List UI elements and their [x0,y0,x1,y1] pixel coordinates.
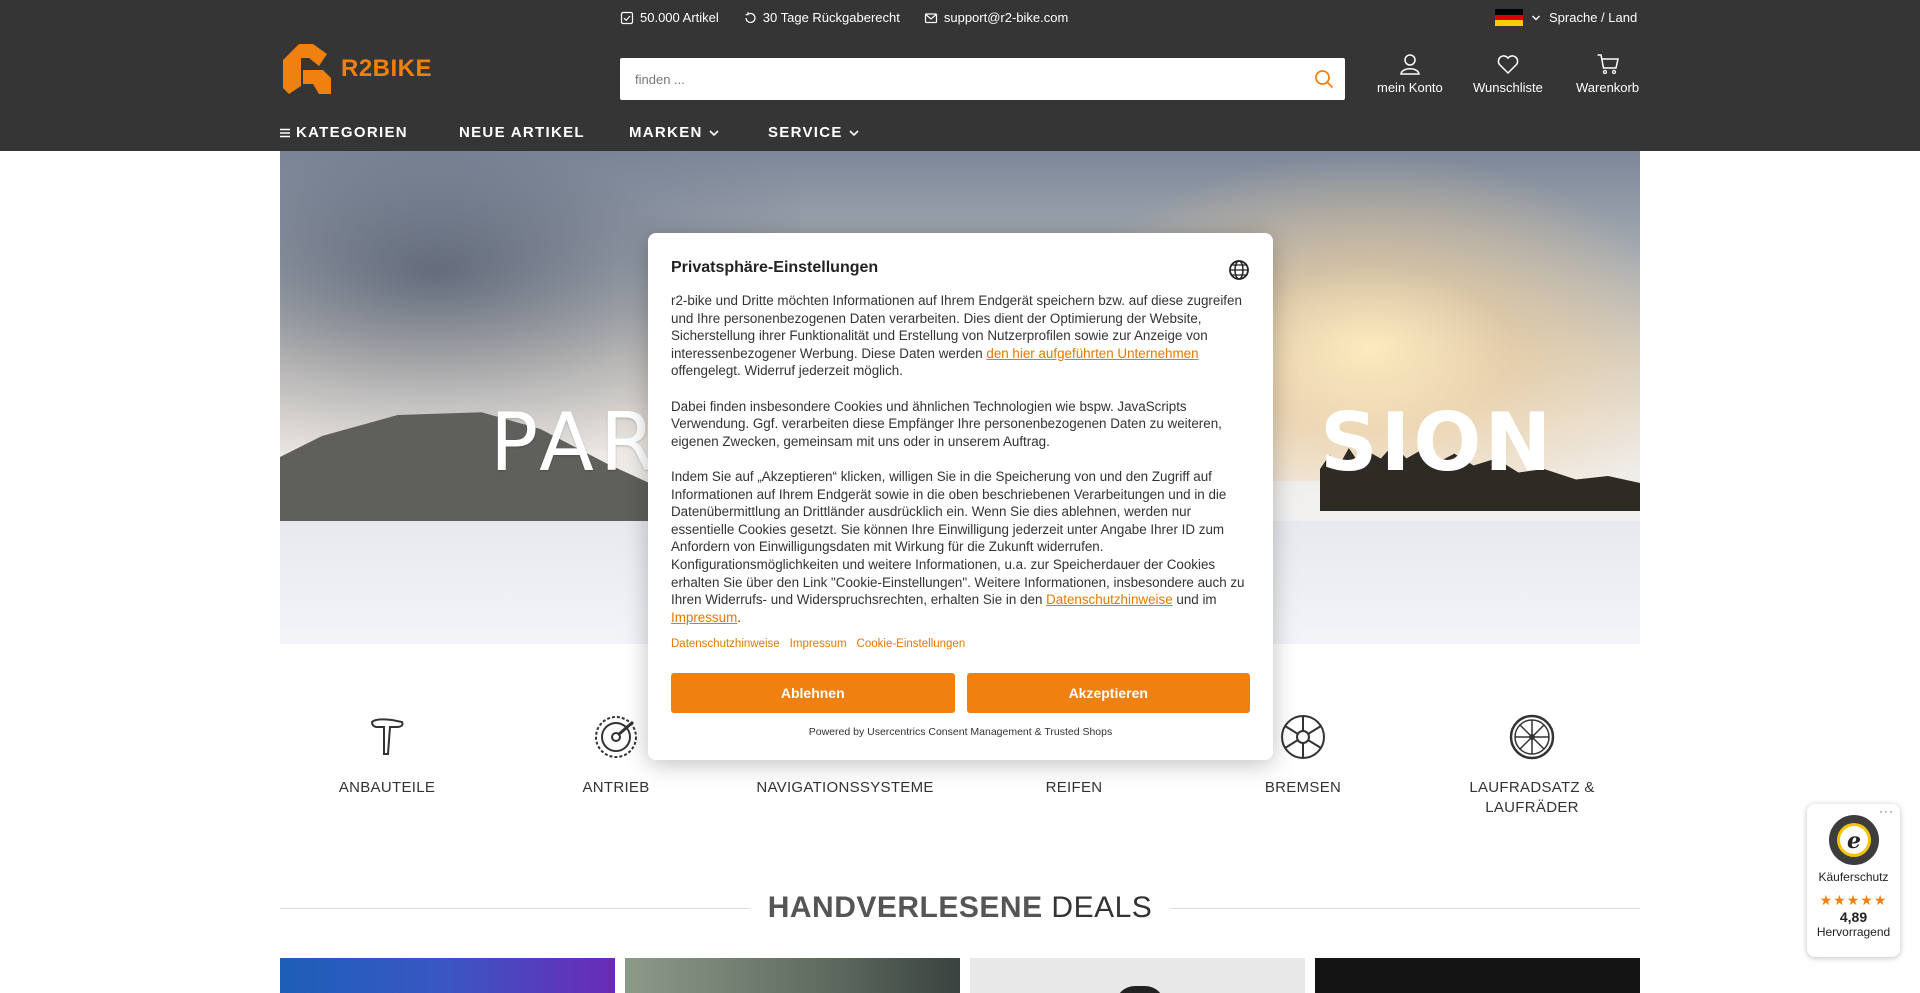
consent-powered-by: Powered by Usercentrics Consent Manageme… [808,725,1113,738]
consent-p3-text: Indem Sie auf „Akzeptieren“ klicken, wil… [671,468,1245,608]
consent-imprint-link[interactable]: Impressum [671,610,737,625]
trust-label: Käuferschutz [1818,870,1889,884]
privacy-consent-dialog: Privatsphäre-Einstellungen r2-bike und D… [648,233,1273,760]
more-options-icon[interactable]: ··· [1879,804,1894,818]
rating-grade: Hervorragend [1816,925,1891,939]
consent-paragraph-1: r2-bike und Dritte möchten Informationen… [671,292,1250,380]
link-cookie-einstellungen[interactable]: Cookie-Einstellungen [857,638,966,650]
consent-p3-end: . [737,609,741,625]
consent-paragraph-2: Dabei finden insbesondere Cookies und äh… [671,398,1222,449]
consent-p1-end: offengelegt. Widerruf jederzeit möglich. [671,363,903,379]
rating-score: 4,89 [1839,909,1868,925]
link-datenschutzhinweise[interactable]: Datenschutzhinweise [671,638,780,650]
rating-stars: ★★★★★ [1819,892,1888,908]
consent-body: r2-bike und Dritte möchten Informationen… [671,292,1250,626]
consent-vendors-link[interactable]: den hier aufgeführten Unternehmen [986,346,1198,361]
trusted-shops-seal-icon: e [1828,815,1879,865]
accept-button[interactable]: Akzeptieren [966,672,1250,713]
consent-footer-links: Datenschutzhinweise Impressum Cookie-Ein… [671,638,1250,650]
consent-title: Privatsphäre-Einstellungen [671,259,879,276]
consent-paragraph-3: Indem Sie auf „Akzeptieren“ klicken, wil… [671,468,1250,626]
consent-buttons: Ablehnen Akzeptieren [671,672,1250,713]
consent-p3-mid: und im [1172,592,1217,608]
globe-language-icon[interactable] [1228,259,1250,281]
trusted-shops-badge[interactable]: ··· e Käuferschutz ★★★★★ 4,89 Hervorrage… [1807,804,1900,957]
svg-text:e: e [1847,828,1861,854]
link-impressum[interactable]: Impressum [790,638,847,650]
deny-button[interactable]: Ablehnen [671,672,955,713]
consent-privacy-link[interactable]: Datenschutzhinweise [1046,592,1173,607]
